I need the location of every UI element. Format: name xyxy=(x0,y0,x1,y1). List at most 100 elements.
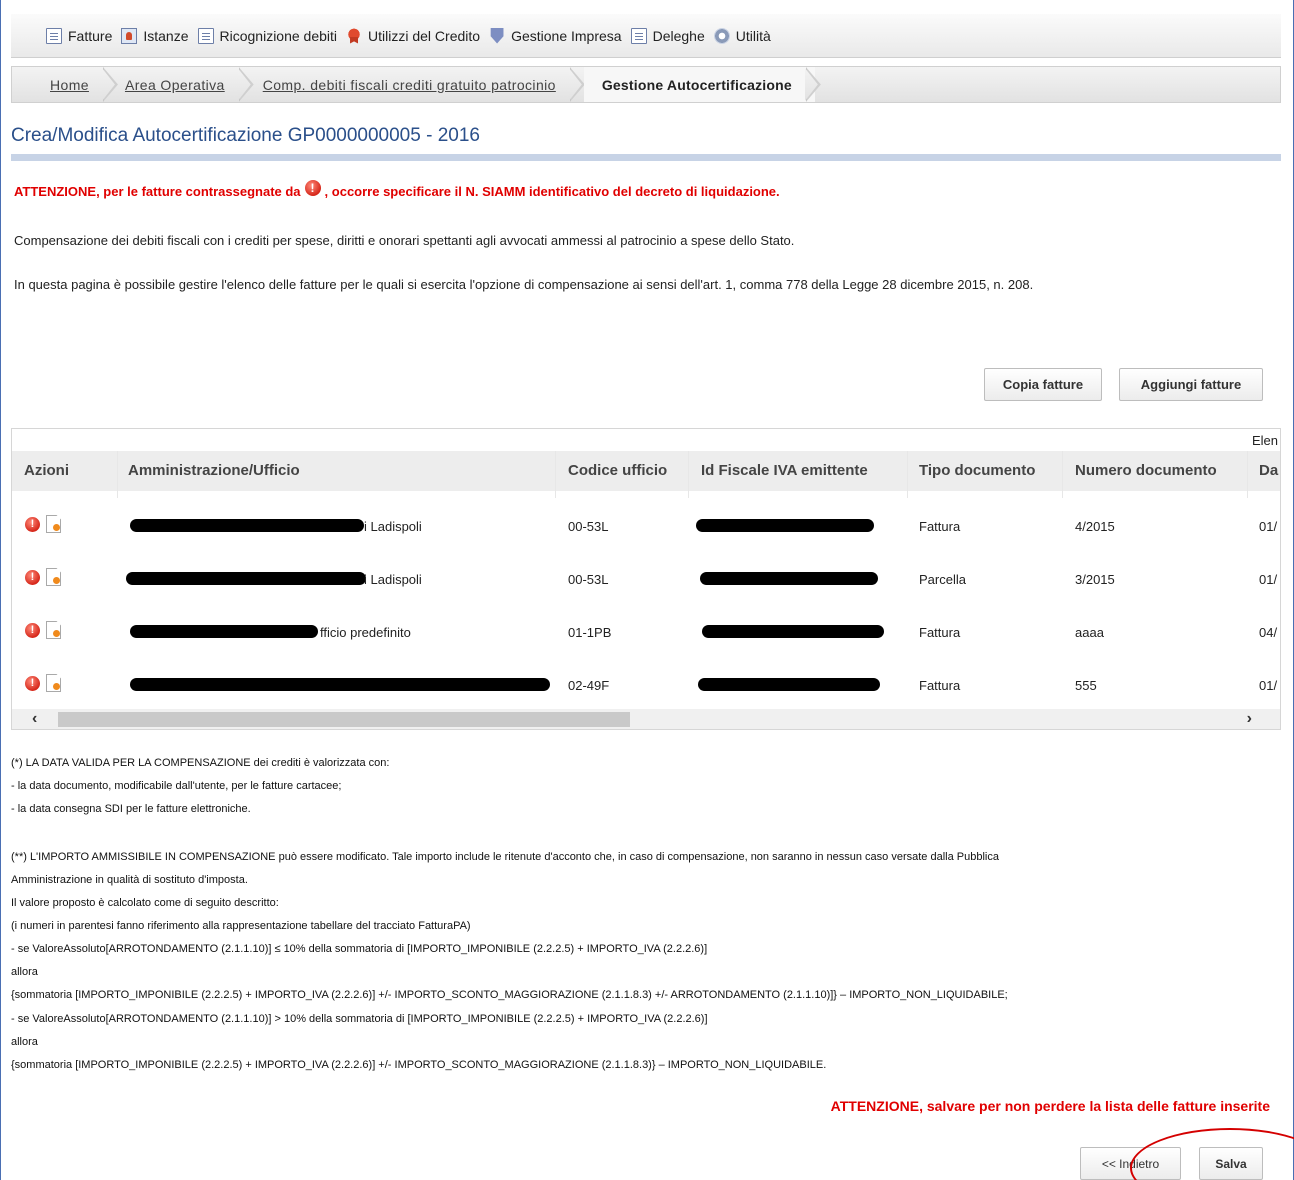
table-row[interactable]: ! i Ladispoli 00-53L Fattura 4/2015 01/ xyxy=(12,498,1280,551)
page-description: Compensazione dei debiti fiscali con i c… xyxy=(14,233,795,248)
breadcrumb-separator xyxy=(570,67,584,102)
cell-tipo-documento: Fattura xyxy=(919,519,961,534)
error-icon[interactable]: ! xyxy=(25,675,40,691)
redacted-text xyxy=(130,519,364,532)
breadcrumb-current: Gestione Autocertificazione xyxy=(583,67,815,102)
column-header-amministrazione[interactable]: Amministrazione/Ufficio xyxy=(128,462,300,479)
column-header-id-fiscale[interactable]: Id Fiscale IVA emittente xyxy=(701,462,868,479)
table-header: Azioni Amministrazione/Ufficio Codice uf… xyxy=(12,451,1280,491)
redacted-text xyxy=(702,625,884,638)
column-header-azioni[interactable]: Azioni xyxy=(24,462,69,479)
error-icon[interactable]: ! xyxy=(25,516,40,532)
row-actions: ! xyxy=(25,674,61,692)
note-line: allora xyxy=(11,966,38,978)
breadcrumb-home[interactable]: Home xyxy=(12,67,103,102)
column-header-numero-documento[interactable]: Numero documento xyxy=(1075,462,1217,479)
menu-item-label: Istanze xyxy=(143,27,189,44)
note-line: {sommatoria [IMPORTO_IMPONIBILE (2.2.2.5… xyxy=(11,989,1008,1001)
title-underline xyxy=(11,154,1281,161)
cell-tipo-documento: Parcella xyxy=(919,572,966,587)
cell-numero-documento: 3/2015 xyxy=(1075,572,1115,587)
page-title: Crea/Modifica Autocertificazione GP00000… xyxy=(11,125,480,146)
ribbon-icon xyxy=(346,27,363,44)
error-icon: ! xyxy=(304,180,321,196)
column-header-codice-ufficio[interactable]: Codice ufficio xyxy=(568,462,667,479)
menu-item-label: Deleghe xyxy=(652,27,705,44)
note-line: {sommatoria [IMPORTO_IMPONIBILE (2.2.2.5… xyxy=(11,1059,827,1071)
menu-item-label: Utilizzi del Credito xyxy=(368,27,481,44)
cell-amministrazione: i Ladispoli xyxy=(364,572,422,587)
breadcrumb-link[interactable]: Area Operativa xyxy=(125,77,225,93)
note-line: allora xyxy=(11,1036,38,1048)
scroll-right-icon[interactable]: › xyxy=(1247,710,1252,728)
breadcrumb-area-operativa[interactable]: Area Operativa xyxy=(117,67,239,102)
breadcrumb-separator xyxy=(239,67,253,102)
note-line: (*) LA DATA VALIDA PER LA COMPENSAZIONE … xyxy=(11,757,390,769)
cell-codice-ufficio: 00-53L xyxy=(568,572,609,587)
cell-amministrazione: i Ladispoli xyxy=(364,519,422,534)
document-icon xyxy=(197,27,214,44)
breadcrumb-separator xyxy=(806,67,820,102)
note-line: (**) L'IMPORTO AMMISSIBILE IN COMPENSAZI… xyxy=(11,851,999,863)
indietro-button[interactable]: << Indietro xyxy=(1080,1147,1181,1180)
menu-item-deleghe[interactable]: Deleghe xyxy=(630,27,705,44)
edit-document-icon[interactable] xyxy=(46,674,61,692)
cell-numero-documento: aaaa xyxy=(1075,625,1104,640)
column-header-tipo-documento[interactable]: Tipo documento xyxy=(919,462,1035,479)
person-icon xyxy=(121,27,138,44)
row-actions: ! xyxy=(25,621,61,639)
table-caption: Elen xyxy=(1251,433,1278,448)
cell-tipo-documento: Fattura xyxy=(919,625,961,640)
note-line: - la data documento, modificabile dall'u… xyxy=(11,780,342,792)
note-line: - la data consegna SDI per le fatture el… xyxy=(11,803,251,815)
cell-tipo-documento: Fattura xyxy=(919,678,961,693)
edit-document-icon[interactable] xyxy=(46,621,61,639)
menu-item-utilizzi-credito[interactable]: Utilizzi del Credito xyxy=(346,27,481,44)
aggiungi-fatture-button[interactable]: Aggiungi fatture xyxy=(1119,368,1263,401)
scroll-left-icon[interactable]: ‹ xyxy=(32,710,37,728)
table-row[interactable]: ! 02-49F Fattura 555 01/ xyxy=(12,657,1280,710)
cell-data: 01/ xyxy=(1259,572,1278,587)
breadcrumb: Home Area Operativa Comp. debiti fiscali… xyxy=(11,66,1281,103)
cell-codice-ufficio: 01-1PB xyxy=(568,625,612,640)
column-header-data[interactable]: Da xyxy=(1259,462,1278,479)
cell-codice-ufficio: 00-53L xyxy=(568,519,609,534)
redacted-text xyxy=(130,625,318,638)
error-icon[interactable]: ! xyxy=(25,622,40,638)
document-icon xyxy=(630,27,647,44)
redacted-text xyxy=(698,678,880,691)
menu-item-gestione-impresa[interactable]: Gestione Impresa xyxy=(489,27,622,44)
edit-document-icon[interactable] xyxy=(46,515,61,533)
copia-fatture-button[interactable]: Copia fatture xyxy=(984,368,1102,401)
horizontal-scrollbar[interactable]: ‹ › xyxy=(12,709,1280,729)
breadcrumb-link[interactable]: Home xyxy=(50,77,89,93)
redacted-text xyxy=(700,572,878,585)
note-line: - se ValoreAssoluto[ARROTONDAMENTO (2.1.… xyxy=(11,943,708,955)
cell-data: 01/ xyxy=(1259,519,1278,534)
row-actions: ! xyxy=(25,515,61,533)
menu-item-fatture[interactable]: Fatture xyxy=(46,27,112,44)
scrollbar-thumb[interactable] xyxy=(58,712,630,727)
menu-item-istanze[interactable]: Istanze xyxy=(121,27,189,44)
shield-icon xyxy=(490,27,504,44)
breadcrumb-link[interactable]: Comp. debiti fiscali crediti gratuito pa… xyxy=(263,77,556,93)
redacted-text xyxy=(130,678,550,691)
note-line: Amministrazione in qualità di sostituto … xyxy=(11,874,248,886)
breadcrumb-comp-debiti[interactable]: Comp. debiti fiscali crediti gratuito pa… xyxy=(253,67,570,102)
cell-numero-documento: 555 xyxy=(1075,678,1097,693)
salva-button[interactable]: Salva xyxy=(1199,1147,1263,1180)
menu-item-ricognizione-debiti[interactable]: Ricognizione debiti xyxy=(197,27,337,44)
error-icon[interactable]: ! xyxy=(25,569,40,585)
cell-numero-documento: 4/2015 xyxy=(1075,519,1115,534)
gear-icon xyxy=(713,27,730,44)
row-actions: ! xyxy=(25,568,61,586)
edit-document-icon[interactable] xyxy=(46,568,61,586)
redacted-text xyxy=(696,519,874,532)
breadcrumb-separator xyxy=(103,67,117,102)
note-line: (i numeri in parentesi fanno riferimento… xyxy=(11,920,471,932)
menu-item-utilita[interactable]: Utilità xyxy=(713,27,771,44)
cell-data: 01/ xyxy=(1259,678,1278,693)
table-row[interactable]: ! fficio predefinito 01-1PB Fattura aaaa… xyxy=(12,604,1280,657)
save-warning: ATTENZIONE, salvare per non perdere la l… xyxy=(830,1098,1270,1114)
table-row[interactable]: ! i Ladispoli 00-53L Parcella 3/2015 01/ xyxy=(12,551,1280,604)
